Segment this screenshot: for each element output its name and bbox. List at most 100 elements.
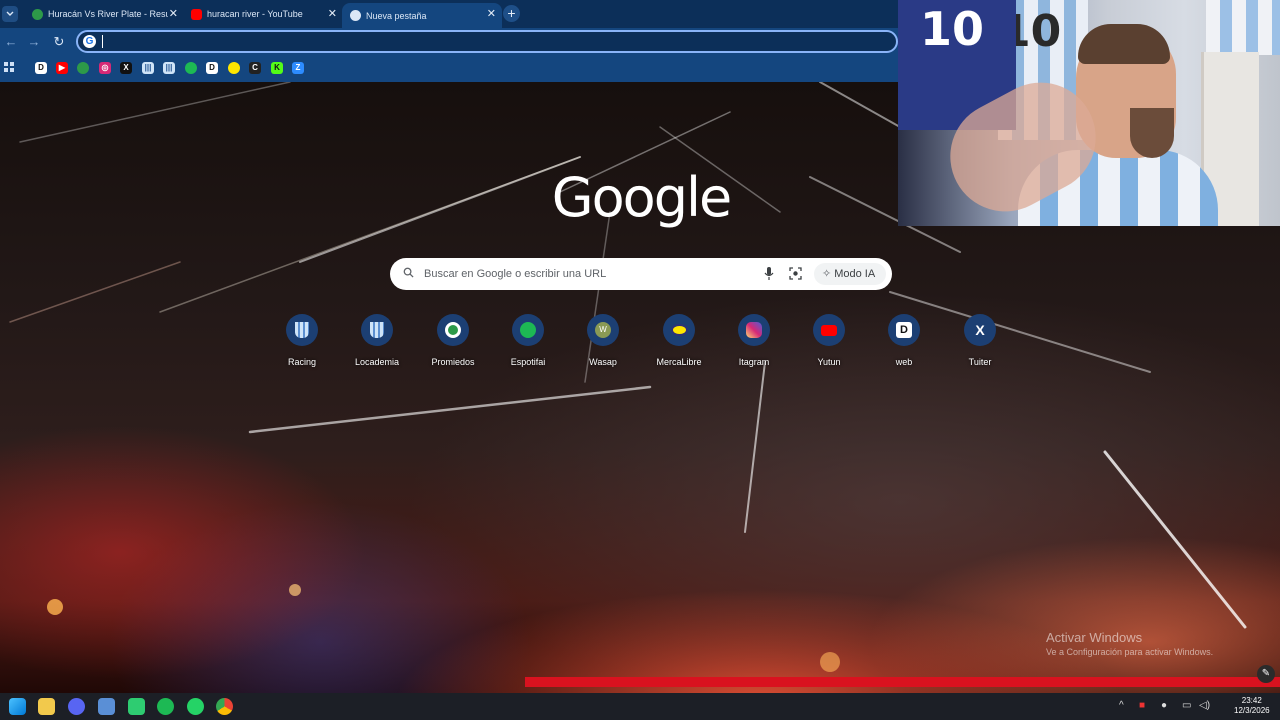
bookmarks-bar: D ▶ ◎ X ||| ||| D C K Z — [0, 55, 898, 82]
windows-start-icon[interactable] — [9, 698, 26, 715]
browser-toolbar: ← → ↻ G — [0, 28, 898, 55]
shortcut-racing[interactable]: Racing — [264, 312, 340, 372]
whatsapp-icon[interactable] — [187, 698, 204, 715]
tab-strip: Huracán Vs River Plate - Resulta ✕ hurac… — [0, 0, 898, 28]
shortcut-label: Wasap — [589, 357, 617, 367]
search-icon — [403, 267, 414, 278]
shortcut-label: web — [895, 357, 913, 367]
soccer-ball-icon — [32, 8, 43, 20]
network-icon[interactable]: ▭ — [1182, 700, 1191, 711]
racing-icon — [286, 314, 318, 346]
shortcut-label: Espotifai — [510, 357, 546, 367]
forward-arrow-icon[interactable]: → — [27, 34, 41, 49]
search-placeholder: Buscar en Google o escribir una URL — [424, 268, 607, 280]
soccer-ball-icon — [437, 314, 469, 346]
tab-title: huracan river - YouTube — [207, 9, 303, 19]
windows-taskbar: ^ ■ ● ▭ ◁) 23:42 12/3/2026 — [0, 693, 1280, 720]
bookmark-k-icon[interactable]: K — [271, 62, 283, 74]
close-icon[interactable]: ✕ — [169, 7, 178, 20]
reload-icon[interactable]: ↻ — [52, 34, 66, 50]
shortcut-locademia[interactable]: Locademia — [339, 312, 415, 372]
webcam-overlay: 10 10 — [898, 0, 1280, 226]
racing-icon — [361, 314, 393, 346]
bookmark-d-icon[interactable]: D — [206, 62, 218, 74]
shortcut-yutun[interactable]: Yutun — [791, 312, 867, 372]
shortcut-mercalibre[interactable]: MercaLibre — [641, 312, 717, 372]
shortcut-label: Locademia — [354, 357, 400, 367]
bookmark-d-icon[interactable]: D — [35, 62, 47, 74]
back-arrow-icon[interactable]: ← — [4, 34, 18, 49]
modo-ia-label: Modo IA — [834, 268, 876, 280]
discord-icon[interactable] — [68, 698, 85, 715]
shortcut-promiedos[interactable]: Promiedos — [415, 312, 491, 372]
chevron-down-icon — [6, 11, 14, 16]
youtube-icon — [191, 8, 202, 20]
mercadolibre-icon — [663, 314, 695, 346]
bookmark-soccer-icon[interactable] — [77, 62, 89, 74]
tray-app-icon[interactable]: ■ — [1139, 700, 1145, 711]
person-beard — [1130, 108, 1174, 158]
spotify-icon[interactable] — [157, 698, 174, 715]
taskbar-clock[interactable]: 23:42 12/3/2026 — [1234, 696, 1270, 716]
watermark-subtitle: Ve a Configuración para activar Windows. — [1046, 647, 1214, 657]
shortcut-espotifai[interactable]: Espotifai — [490, 312, 566, 372]
shortcut-label: Racing — [287, 357, 316, 367]
bookmark-spotify-icon[interactable] — [185, 62, 197, 74]
bookmark-x-icon[interactable]: X — [120, 62, 132, 74]
tab-search-button[interactable] — [2, 6, 18, 22]
bookmark-racing-icon[interactable]: ||| — [142, 62, 154, 74]
app-icon[interactable] — [98, 698, 115, 715]
volume-icon[interactable]: ◁) — [1199, 700, 1210, 711]
watermark-title: Activar Windows — [1046, 630, 1143, 645]
bookmark-mercadolibre-icon[interactable] — [228, 62, 240, 74]
close-icon[interactable]: ✕ — [487, 7, 496, 20]
google-g-icon: G — [83, 35, 96, 48]
tab-title: Huracán Vs River Plate - Resulta — [48, 9, 168, 19]
shortcut-label: Tuiter — [968, 357, 992, 367]
tab-new-tab[interactable]: Nueva pestaña ✕ — [342, 3, 502, 28]
bookmark-z-icon[interactable]: Z — [292, 62, 304, 74]
spotify-icon — [512, 314, 544, 346]
file-explorer-icon[interactable] — [38, 698, 55, 715]
close-icon[interactable]: ✕ — [328, 7, 337, 20]
bookmark-instagram-icon[interactable]: ◎ — [99, 62, 111, 74]
d-icon: D — [888, 314, 920, 346]
customize-chrome-pencil-icon[interactable]: ✎ — [1257, 665, 1275, 683]
tab-huracan-river-result[interactable]: Huracán Vs River Plate - Resulta ✕ — [24, 3, 184, 25]
ai-mode-icon: ✧ — [822, 268, 832, 280]
microphone-icon[interactable]: ● — [1161, 700, 1167, 711]
new-tab-button[interactable]: + — [503, 5, 520, 22]
bookmark-youtube-icon[interactable]: ▶ — [56, 62, 68, 74]
modo-ia-button[interactable]: ✧ Modo IA — [814, 263, 886, 285]
omnibox[interactable]: G — [76, 30, 898, 53]
bookmark-racing-icon[interactable]: ||| — [163, 62, 175, 74]
shortcut-tuiter[interactable]: X Tuiter — [942, 312, 1018, 372]
search-box[interactable]: Buscar en Google o escribir una URL ✧ Mod… — [390, 258, 892, 290]
microphone-icon[interactable] — [764, 266, 774, 281]
activate-windows-watermark: Activar Windows Ve a Configuración para … — [1046, 630, 1213, 657]
google-lens-icon[interactable] — [789, 267, 802, 280]
instagram-icon — [738, 314, 770, 346]
shortcut-itagram[interactable]: Itagram — [716, 312, 792, 372]
w-icon: W — [587, 314, 619, 346]
apps-grid-icon[interactable] — [4, 62, 15, 73]
bookmark-c-icon[interactable]: C — [249, 62, 261, 74]
chat-app-icon[interactable] — [128, 698, 145, 715]
youtube-icon — [813, 314, 845, 346]
x-icon: X — [964, 314, 996, 346]
person-hair — [1078, 24, 1170, 64]
text-caret — [102, 35, 103, 48]
wall-flag-stripes — [1206, 0, 1280, 55]
jersey-number: 10 — [920, 2, 985, 56]
clock-date: 12/3/2026 — [1234, 706, 1270, 715]
shortcut-web[interactable]: D web — [866, 312, 942, 372]
shortcut-label: Yutun — [817, 357, 841, 367]
tab-youtube[interactable]: huracan river - YouTube ✕ — [183, 3, 343, 25]
clock-time: 23:42 — [1241, 696, 1262, 705]
chrome-icon[interactable] — [216, 698, 233, 715]
google-logo: Google — [551, 166, 732, 229]
shortcut-wasap[interactable]: W Wasap — [565, 312, 641, 372]
chevron-up-icon[interactable]: ^ — [1119, 700, 1124, 711]
shortcut-label: Itagram — [738, 357, 770, 367]
shortcut-label: MercaLibre — [656, 357, 702, 367]
